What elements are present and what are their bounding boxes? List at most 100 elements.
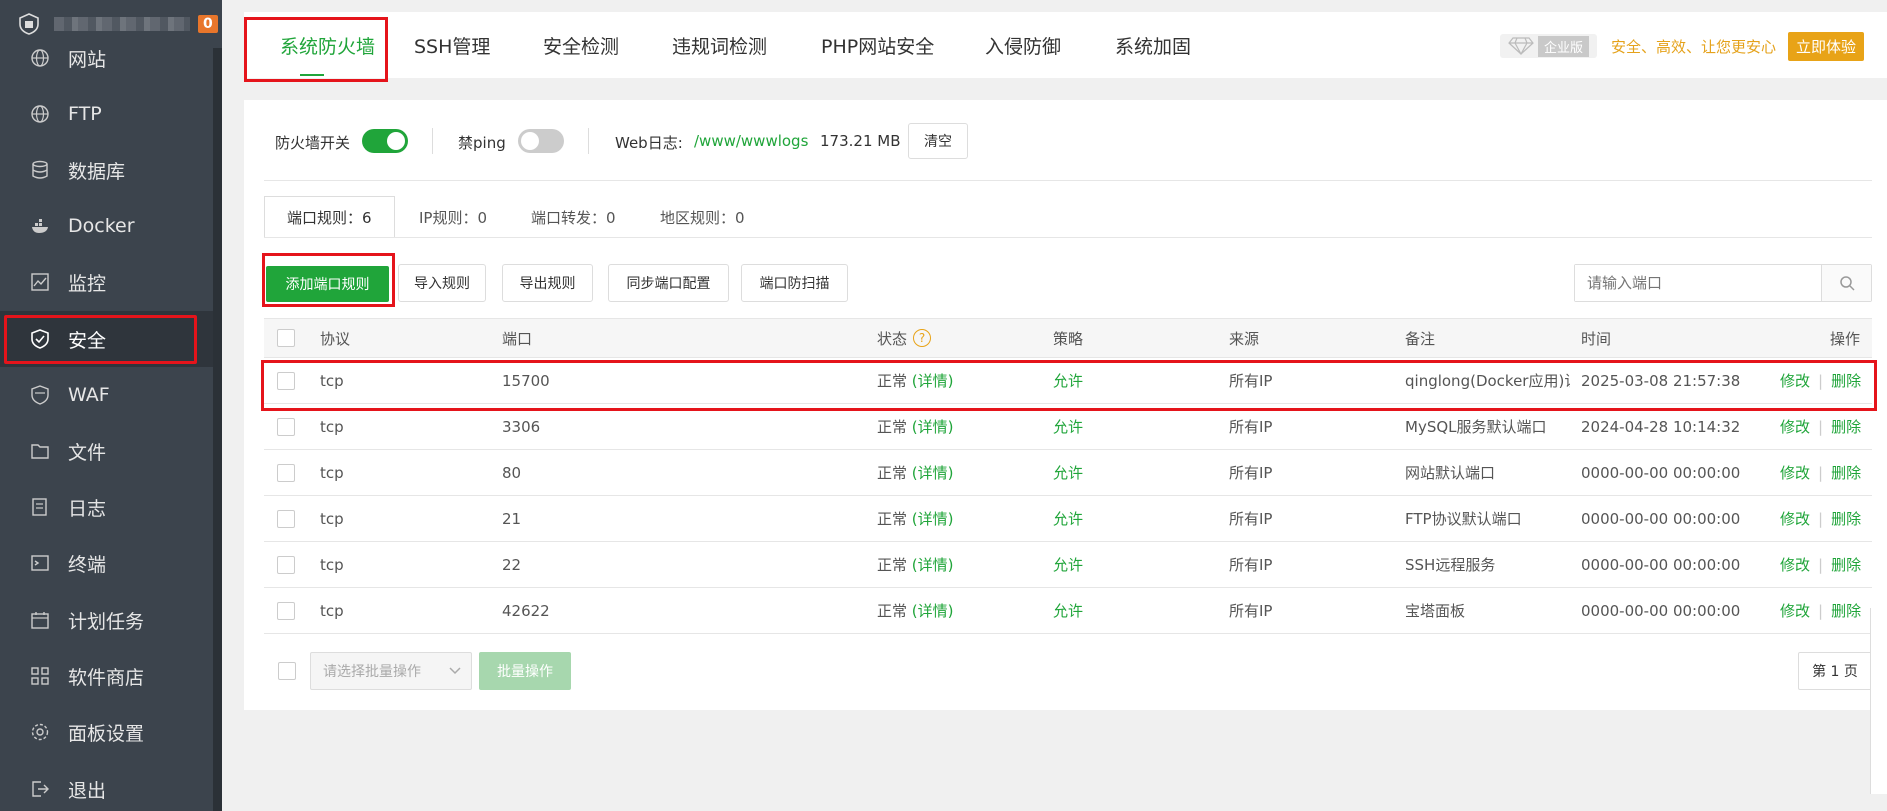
detail-link[interactable]: (详情) bbox=[912, 462, 954, 483]
clear-log-button[interactable]: 清空 bbox=[908, 123, 968, 159]
sidebar-item-6[interactable]: WAF bbox=[0, 367, 213, 423]
highlight-first-row bbox=[261, 360, 1877, 411]
search-button[interactable] bbox=[1821, 265, 1871, 301]
detail-link[interactable]: (详情) bbox=[912, 508, 954, 529]
row-checkbox[interactable] bbox=[277, 417, 295, 436]
ping-label: 禁ping bbox=[458, 134, 506, 152]
edit-link[interactable]: 修改 bbox=[1780, 508, 1810, 529]
delete-link[interactable]: 删除 bbox=[1831, 508, 1861, 529]
tab-ssh[interactable]: SSH管理 bbox=[414, 12, 490, 78]
sidebar-scrollbar[interactable] bbox=[213, 48, 222, 811]
detail-link[interactable]: (详情) bbox=[912, 600, 954, 621]
cell-time: 0000-00-00 00:00:00 bbox=[1581, 509, 1741, 528]
row-checkbox[interactable] bbox=[277, 601, 295, 620]
globe-icon bbox=[30, 48, 50, 68]
delete-link[interactable]: 删除 bbox=[1831, 462, 1861, 483]
table-row[interactable]: tcp 21 正常 (详情) 允许 所有IP FTP协议默认端口 0000-00-00 00… bbox=[264, 496, 1872, 542]
calendar-icon bbox=[30, 610, 50, 630]
firewall-switch-label: 防火墙开关 bbox=[275, 134, 351, 152]
sidebar-item-8[interactable]: 日志 bbox=[0, 479, 213, 535]
sidebar-item-0[interactable]: 网站 bbox=[0, 30, 213, 86]
port-anti-scan-button[interactable]: 端口防扫描 bbox=[741, 264, 848, 302]
divider bbox=[264, 180, 1872, 181]
sidebar-item-label: 监控 bbox=[68, 272, 107, 295]
subtab-port-forward[interactable]: 端口转发：0 bbox=[531, 196, 616, 238]
delete-link[interactable]: 删除 bbox=[1831, 600, 1861, 621]
port-search-input[interactable] bbox=[1575, 265, 1821, 301]
cell-remark[interactable]: 网站默认端口 bbox=[1405, 450, 1570, 495]
bulk-select-checkbox[interactable] bbox=[278, 662, 296, 680]
firewall-toggle[interactable] bbox=[362, 129, 408, 153]
cell-remark[interactable]: FTP协议默认端口 bbox=[1405, 496, 1570, 541]
sidebar-item-3[interactable]: Docker bbox=[0, 198, 213, 254]
edit-link[interactable]: 修改 bbox=[1780, 600, 1810, 621]
subtab-baseline bbox=[264, 237, 1872, 238]
cell-policy[interactable]: 允许 bbox=[1053, 450, 1083, 495]
sidebar-item-7[interactable]: 文件 bbox=[0, 423, 213, 479]
select-all-checkbox[interactable] bbox=[277, 329, 295, 347]
help-icon[interactable]: ? bbox=[913, 329, 932, 347]
bulk-action-button[interactable]: 批量操作 bbox=[479, 652, 571, 690]
table-row[interactable]: tcp 22 正常 (详情) 允许 所有IP SSH远程服务 0000-00-00 00:0… bbox=[264, 542, 1872, 588]
ping-toggle[interactable] bbox=[518, 129, 564, 153]
sidebar-item-label: 终端 bbox=[68, 553, 107, 576]
sidebar-item-label: 面板设置 bbox=[68, 722, 145, 745]
header-status: 状态? bbox=[877, 319, 932, 357]
weblog-label: Web日志: bbox=[615, 134, 683, 152]
edit-link[interactable]: 修改 bbox=[1780, 462, 1810, 483]
import-rules-button[interactable]: 导入规则 bbox=[398, 264, 486, 302]
header-port: 端口 bbox=[502, 329, 533, 348]
cell-protocol: tcp bbox=[320, 601, 344, 620]
logout-icon bbox=[30, 779, 50, 799]
weblog-path-link[interactable]: /www/wwwlogs bbox=[694, 132, 808, 150]
row-checkbox[interactable] bbox=[277, 509, 295, 528]
sidebar-item-13[interactable]: 退出 bbox=[0, 761, 213, 811]
subtab-region-rules[interactable]: 地区规则：0 bbox=[660, 196, 745, 238]
sidebar-item-12[interactable]: 面板设置 bbox=[0, 704, 213, 760]
sidebar-item-2[interactable]: 数据库 bbox=[0, 142, 213, 198]
delete-link[interactable]: 删除 bbox=[1831, 416, 1861, 437]
detail-link[interactable]: (详情) bbox=[912, 416, 954, 437]
table-row[interactable]: tcp 80 正常 (详情) 允许 所有IP 网站默认端口 0000-00-00 00:00… bbox=[264, 450, 1872, 496]
tab-hardening[interactable]: 系统加固 bbox=[1115, 12, 1191, 78]
sidebar-item-label: 文件 bbox=[68, 441, 107, 464]
tab-word-check[interactable]: 违规词检测 bbox=[672, 12, 767, 78]
tab-php-security[interactable]: PHP网站安全 bbox=[821, 12, 934, 78]
highlight-firewall-tab bbox=[244, 17, 388, 82]
cell-remark[interactable]: 宝塔面板 bbox=[1405, 588, 1570, 633]
detail-link[interactable]: (详情) bbox=[912, 554, 954, 575]
bulk-action-select[interactable]: 请选择批量操作 bbox=[310, 652, 472, 690]
sync-port-config-button[interactable]: 同步端口配置 bbox=[608, 264, 729, 302]
folder-icon bbox=[30, 441, 50, 461]
cell-source: 所有IP bbox=[1229, 510, 1273, 528]
sidebar-item-4[interactable]: 监控 bbox=[0, 254, 213, 310]
row-checkbox[interactable] bbox=[277, 463, 295, 482]
sidebar-item-11[interactable]: 软件商店 bbox=[0, 648, 213, 704]
sidebar-item-1[interactable]: FTP bbox=[0, 86, 213, 142]
sidebar-item-label: 日志 bbox=[68, 497, 107, 520]
cell-policy[interactable]: 允许 bbox=[1053, 588, 1083, 633]
delete-link[interactable]: 删除 bbox=[1831, 554, 1861, 575]
sidebar-item-9[interactable]: 终端 bbox=[0, 535, 213, 591]
cell-policy[interactable]: 允许 bbox=[1053, 542, 1083, 587]
sidebar: 0 网站 FTP 数据库 Docker 监控 安全 WAF 文件 日志 终端 计划任务 软件商店 面板设… bbox=[0, 0, 222, 811]
grid-icon bbox=[30, 666, 50, 686]
table-row[interactable]: tcp 42622 正常 (详情) 允许 所有IP 宝塔面板 0000-00-00 00:0… bbox=[264, 588, 1872, 634]
tab-intrusion[interactable]: 入侵防御 bbox=[985, 12, 1061, 78]
edit-link[interactable]: 修改 bbox=[1780, 416, 1810, 437]
cell-remark[interactable]: SSH远程服务 bbox=[1405, 542, 1570, 587]
export-rules-button[interactable]: 导出规则 bbox=[502, 264, 593, 302]
subtab-port-rules[interactable]: 端口规则：6 bbox=[264, 196, 395, 238]
row-checkbox[interactable] bbox=[277, 555, 295, 574]
tab-security-check[interactable]: 安全检测 bbox=[543, 12, 619, 78]
divider bbox=[432, 128, 433, 154]
try-now-button[interactable]: 立即体验 bbox=[1788, 31, 1865, 61]
edit-link[interactable]: 修改 bbox=[1780, 554, 1810, 575]
sidebar-item-10[interactable]: 计划任务 bbox=[0, 592, 213, 648]
floating-side-widget[interactable] bbox=[1870, 608, 1887, 794]
subtab-ip-rules[interactable]: IP规则：0 bbox=[419, 196, 487, 238]
page-indicator[interactable]: 第 1 页 bbox=[1798, 652, 1872, 690]
cell-policy[interactable]: 允许 bbox=[1053, 496, 1083, 541]
cell-ops: 修改 | 删除 bbox=[1780, 508, 1862, 529]
enterprise-badge[interactable]: 企业版 bbox=[1500, 34, 1598, 58]
